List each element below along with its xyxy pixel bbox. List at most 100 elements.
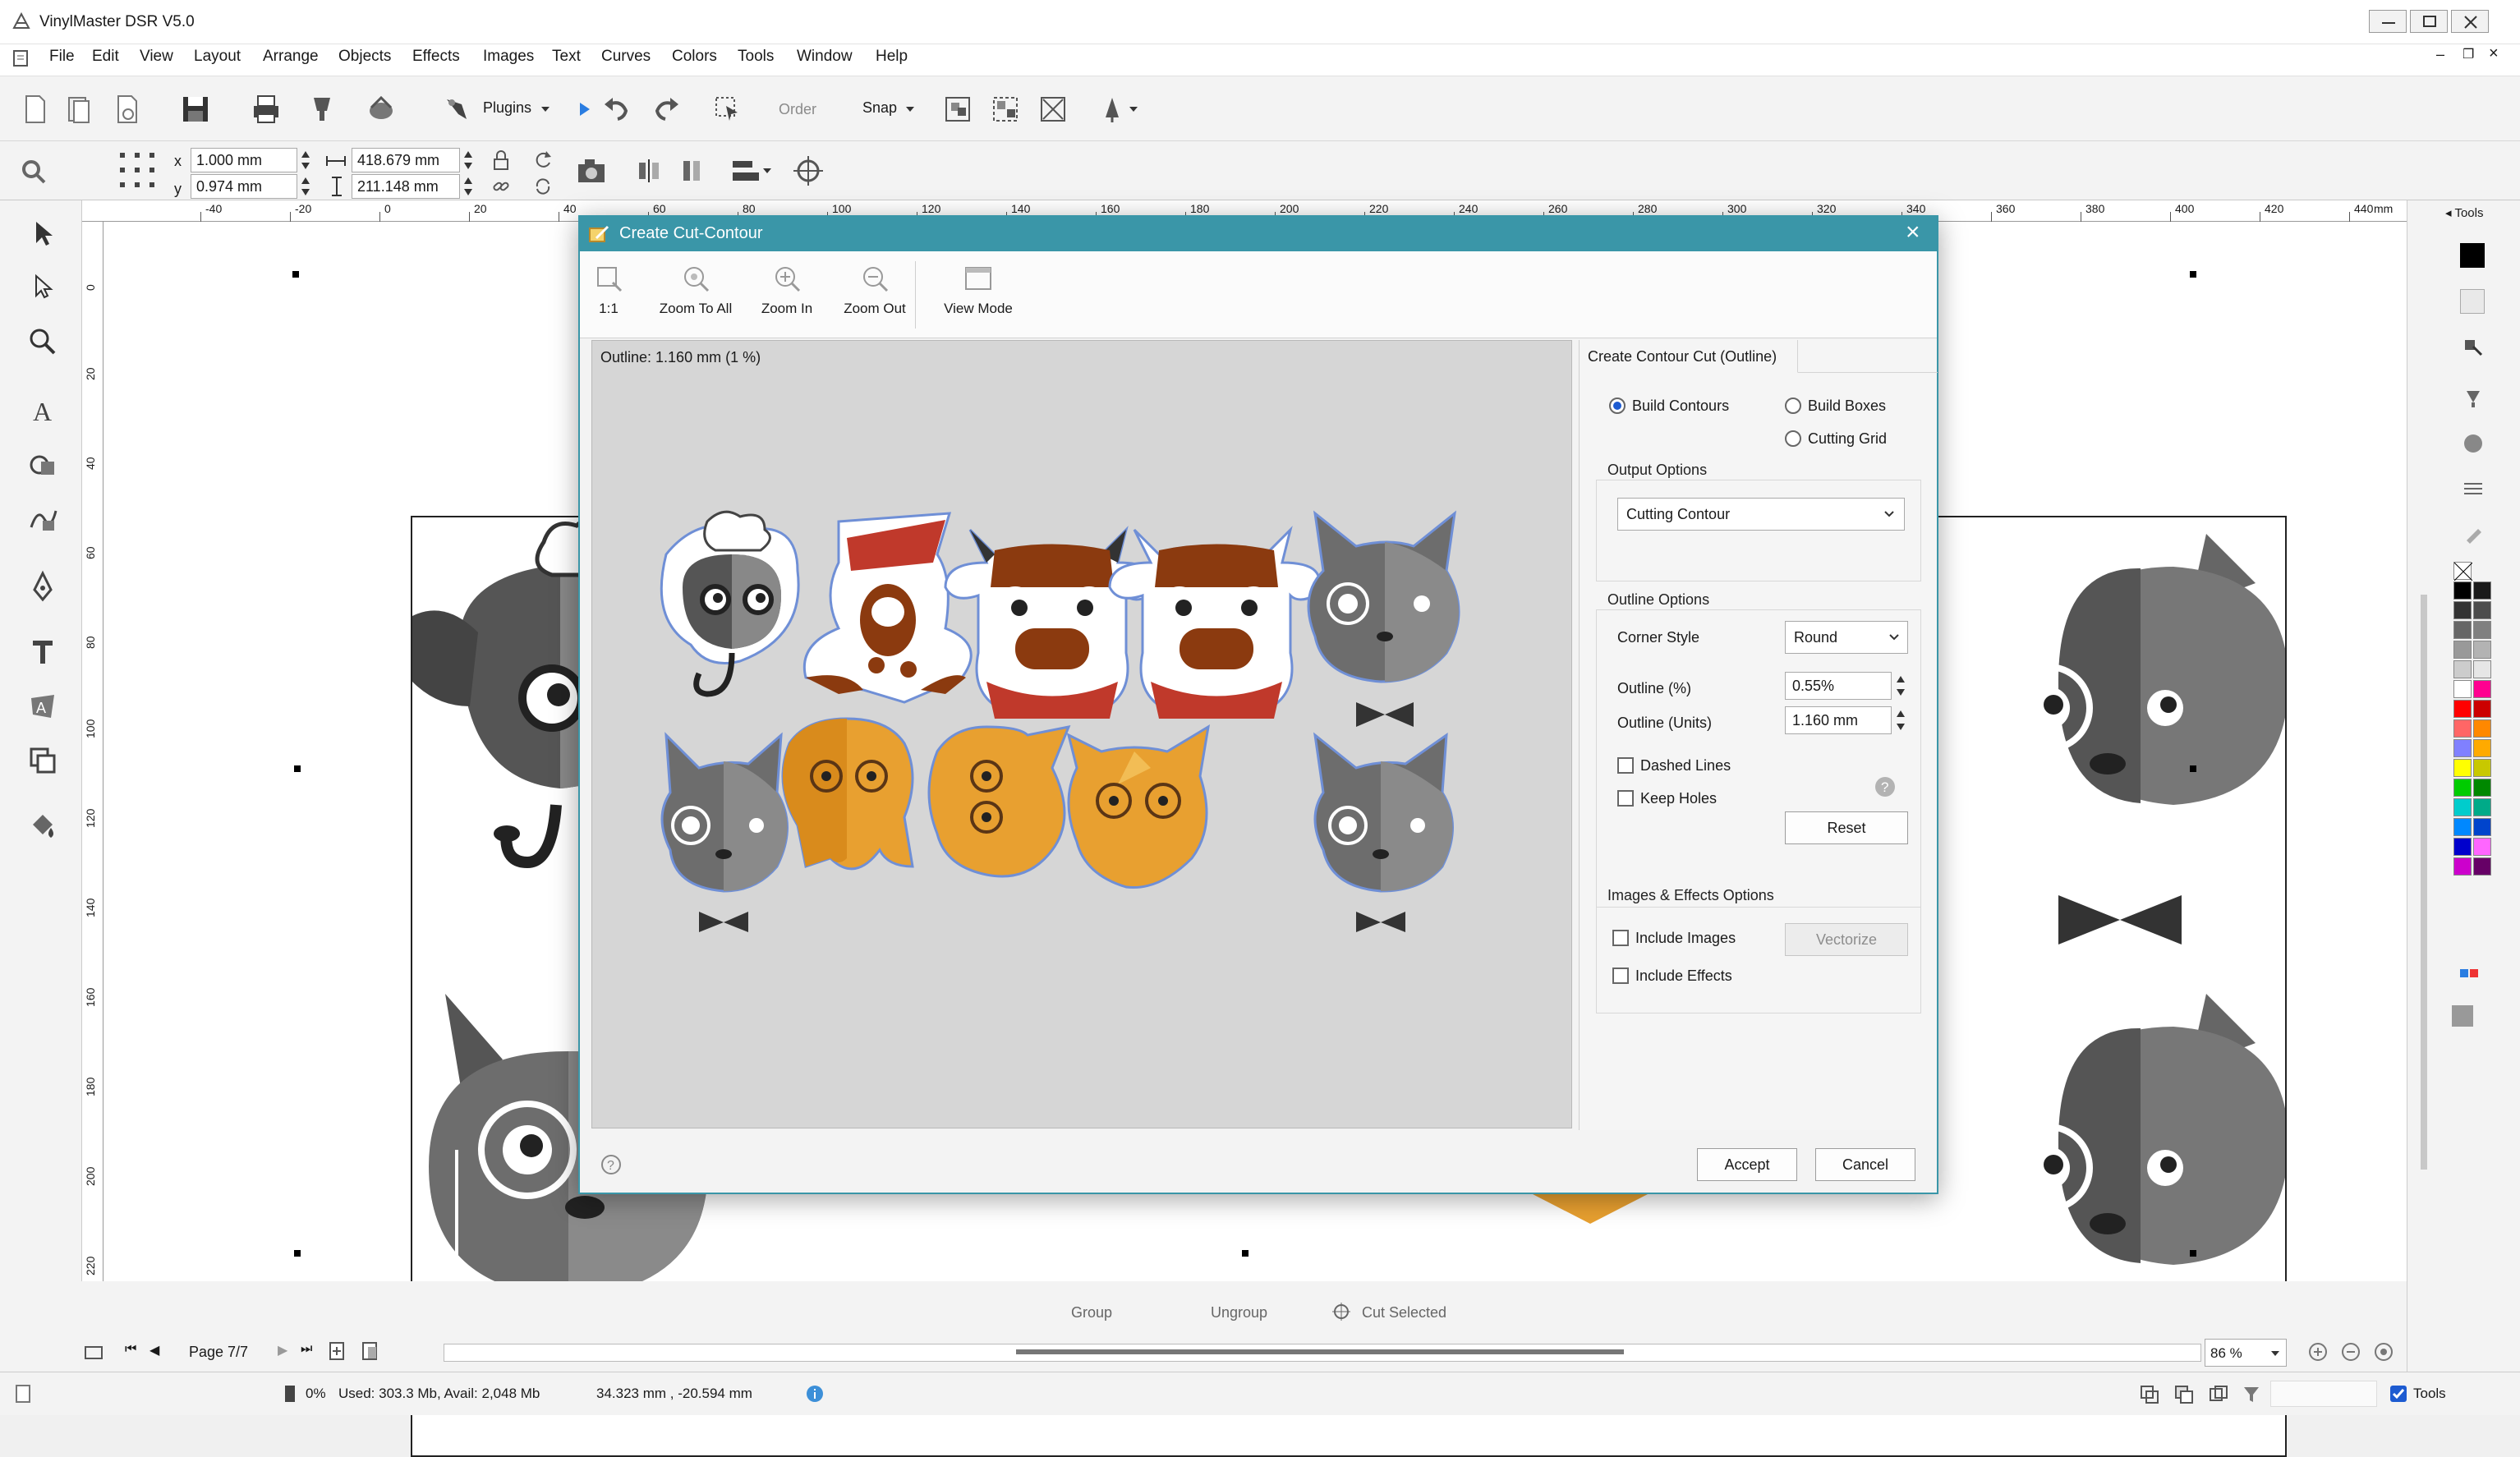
accept-button[interactable]: Accept (1697, 1148, 1797, 1181)
lock-icon[interactable] (491, 149, 511, 171)
zoom-dropdown-icon[interactable] (2270, 1349, 2280, 1358)
cancel-button[interactable]: Cancel (1815, 1148, 1915, 1181)
last-page-button[interactable]: ⏭ (301, 1342, 312, 1357)
combine-icon[interactable] (1037, 93, 1069, 126)
cut-selected-icon[interactable] (1331, 1301, 1352, 1322)
document-icon[interactable] (11, 49, 30, 67)
outline-percent-field[interactable]: 0.55% (1785, 672, 1892, 700)
delete-page-icon[interactable] (360, 1340, 379, 1362)
menu-tools[interactable]: Tools (738, 48, 774, 66)
horizontal-scrollbar[interactable] (444, 1344, 2201, 1362)
panel-scrollbar[interactable] (2421, 595, 2427, 1170)
zoom-tool-icon[interactable] (26, 325, 59, 358)
center-icon[interactable] (792, 154, 825, 187)
menu-objects[interactable]: Objects (338, 48, 391, 66)
palette-swatch[interactable] (2473, 798, 2491, 816)
output-icon[interactable] (365, 93, 398, 126)
selection-handle[interactable] (1242, 1250, 1249, 1257)
selection-handle[interactable] (2190, 271, 2196, 278)
maximize-button[interactable] (2410, 10, 2448, 33)
undo-icon[interactable] (600, 93, 632, 126)
palette-swatch[interactable] (2453, 739, 2472, 757)
selection-handle[interactable] (294, 1250, 301, 1257)
horizontal-scroll-thumb[interactable] (1016, 1349, 1624, 1354)
help-question-icon[interactable]: ? (1874, 775, 1897, 798)
menu-help[interactable]: Help (876, 48, 908, 66)
menu-images[interactable]: Images (483, 48, 534, 66)
menu-effects[interactable]: Effects (412, 48, 460, 66)
palette-swatch[interactable] (2473, 601, 2491, 619)
minimize-button[interactable] (2369, 10, 2407, 33)
palette-swatch[interactable] (2453, 621, 2472, 639)
add-page-icon[interactable] (327, 1340, 347, 1362)
prev-page-button[interactable]: ◀ (149, 1342, 159, 1358)
contour-preview[interactable]: Outline: 1.160 mm (1 %) (591, 340, 1572, 1128)
outline-percent-spinner[interactable] (1893, 672, 1908, 700)
y-spinner[interactable] (299, 174, 312, 199)
outline-color-swatch[interactable] (2460, 289, 2485, 314)
menu-view[interactable]: View (140, 48, 173, 66)
type-tool-icon[interactable] (26, 636, 59, 669)
fill-tool-icon[interactable] (26, 810, 59, 843)
menu-text[interactable]: Text (552, 48, 581, 66)
palette-swatch[interactable] (2473, 680, 2491, 698)
snap-label[interactable]: Snap (862, 99, 897, 117)
build-contours-radio[interactable] (1609, 398, 1626, 414)
palette-swatch[interactable] (2453, 838, 2472, 856)
width-spinner[interactable] (462, 148, 475, 172)
selection-handle[interactable] (2190, 765, 2196, 772)
settings-tools-icon[interactable] (16, 153, 49, 186)
rotate-icon[interactable] (532, 149, 554, 171)
palette-swatch[interactable] (2473, 660, 2491, 678)
mirror-vertical-icon[interactable] (675, 154, 708, 187)
palette-swatch[interactable] (2473, 700, 2491, 718)
palette-options-icon[interactable] (2458, 963, 2481, 986)
palette-swatch[interactable] (2453, 798, 2472, 816)
height-spinner[interactable] (462, 174, 475, 199)
height-field[interactable]: 211.148 mm (352, 174, 460, 199)
align-dropdown-icon[interactable] (762, 166, 772, 176)
palette-swatch[interactable] (2453, 719, 2472, 738)
envelope-tool-icon[interactable]: A (26, 690, 59, 723)
doc-close-button[interactable]: × (2489, 44, 2499, 63)
lines-icon[interactable] (2462, 476, 2485, 499)
palette-swatch[interactable] (2453, 700, 2472, 718)
palette-swatch[interactable] (2453, 601, 2472, 619)
freehand-tool-icon[interactable] (26, 503, 59, 535)
layers-tool-icon[interactable] (26, 744, 59, 777)
group-icon[interactable] (941, 93, 974, 126)
palette-swatch[interactable] (2453, 680, 2472, 698)
node-edit-tool-icon[interactable] (26, 271, 59, 304)
menu-layout[interactable]: Layout (194, 48, 241, 66)
zoom-out-small-icon[interactable] (2339, 1340, 2362, 1363)
palette-swatch[interactable] (2473, 857, 2491, 876)
palette-swatch[interactable] (2473, 621, 2491, 639)
ungroup-button[interactable]: Ungroup (1211, 1304, 1267, 1321)
open-file-icon[interactable] (62, 93, 95, 126)
eyedropper-icon[interactable] (2462, 386, 2485, 409)
x-spinner[interactable] (299, 148, 312, 172)
menu-edit[interactable]: Edit (92, 48, 119, 66)
selection-handle[interactable] (2190, 1250, 2196, 1257)
zoom-in-small-icon[interactable] (2306, 1340, 2329, 1363)
save-icon[interactable] (179, 93, 212, 126)
zoom-fit-small-icon[interactable] (2372, 1340, 2395, 1363)
plugins-dropdown-icon[interactable] (540, 104, 550, 114)
weld-icon[interactable] (1096, 93, 1129, 126)
pencil-icon[interactable] (2462, 522, 2485, 545)
anchor-grid-icon[interactable] (117, 148, 159, 194)
pen-tool-icon[interactable] (26, 570, 59, 603)
width-field[interactable]: 418.679 mm (352, 148, 460, 172)
tools-tab[interactable]: ◂ Tools (2445, 205, 2483, 220)
palette-swatch[interactable] (2453, 779, 2472, 797)
camera-icon[interactable] (575, 154, 608, 187)
output-type-select[interactable]: Cutting Contour (1617, 498, 1905, 531)
filter-status-icon[interactable] (2241, 1384, 2262, 1405)
keep-holes-checkbox[interactable] (1617, 790, 1634, 807)
menu-curves[interactable]: Curves (601, 48, 651, 66)
align-icon[interactable] (729, 154, 762, 187)
print-icon[interactable] (250, 93, 283, 126)
circle-shape-icon[interactable] (2462, 432, 2485, 455)
weld-dropdown-icon[interactable] (1129, 104, 1138, 114)
dashed-lines-checkbox[interactable] (1617, 757, 1634, 774)
